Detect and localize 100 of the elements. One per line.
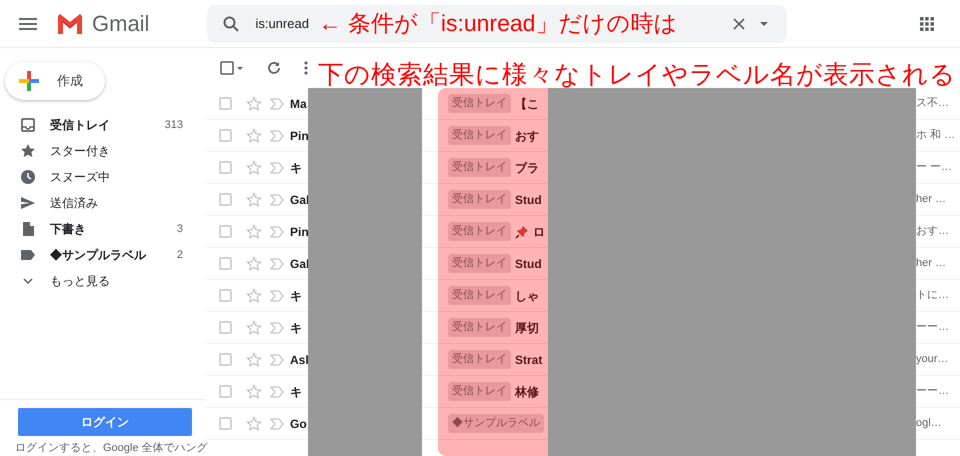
star-icon[interactable] <box>246 320 262 336</box>
more-options-icon[interactable] <box>302 60 310 76</box>
important-marker-icon[interactable] <box>270 226 284 238</box>
sidebar-item-label: 送信済み <box>50 195 98 212</box>
important-marker-icon[interactable] <box>270 258 284 270</box>
snippet-text: her … <box>916 256 946 272</box>
subject-text: Strat <box>515 352 542 368</box>
label-chip[interactable]: 受信トレイ <box>448 382 511 401</box>
sidebar-item-label: もっと見る <box>50 273 110 290</box>
sender-name: Asl <box>290 352 309 368</box>
select-checkbox[interactable] <box>220 60 244 76</box>
checkbox[interactable] <box>219 417 232 430</box>
inbox-icon <box>20 117 36 133</box>
important-marker-icon[interactable] <box>270 386 284 398</box>
subject-text: ロ <box>533 224 545 240</box>
search-field[interactable]: is:unread <box>255 14 318 34</box>
star-icon[interactable] <box>246 256 262 272</box>
checkbox[interactable] <box>219 193 232 206</box>
sidebar-item-label: 受信トレイ <box>50 117 110 134</box>
sender-name: キ <box>290 384 302 400</box>
star-icon[interactable] <box>246 128 262 144</box>
label-chip[interactable]: 受信トレイ <box>448 350 511 369</box>
checkbox[interactable] <box>219 97 232 110</box>
sidebar-item[interactable]: 送信済み <box>0 190 205 216</box>
sidebar-item-label: 下書き <box>50 221 86 238</box>
sidebar-item[interactable]: ◆サンプルラベル 2 <box>0 242 205 268</box>
unread-count: 2 <box>176 248 183 263</box>
important-marker-icon[interactable] <box>270 162 284 174</box>
plus-icon <box>17 69 41 93</box>
sidebar-item-label: スター付き <box>50 143 110 160</box>
subject-text: しゃ <box>515 288 539 304</box>
sender-name: キ <box>290 160 302 176</box>
important-marker-icon[interactable] <box>270 98 284 110</box>
refresh-icon[interactable] <box>266 60 282 76</box>
important-marker-icon[interactable] <box>270 130 284 142</box>
login-note: ログインすると、Google 全体でハング <box>15 442 208 455</box>
document-icon <box>20 221 36 237</box>
star-icon[interactable] <box>246 352 262 368</box>
sidebar-item[interactable]: もっと見る <box>0 268 205 294</box>
label-chip[interactable]: 受信トレイ <box>448 286 511 305</box>
important-marker-icon[interactable] <box>270 354 284 366</box>
checkbox[interactable] <box>219 353 232 366</box>
important-marker-icon[interactable] <box>270 194 284 206</box>
subject-text: 【こ <box>515 96 539 112</box>
checkbox[interactable] <box>219 385 232 398</box>
star-icon[interactable] <box>246 288 262 304</box>
important-marker-icon[interactable] <box>270 322 284 334</box>
sidebar-item[interactable]: 受信トレイ 313 <box>0 112 205 138</box>
checkbox[interactable] <box>219 161 232 174</box>
login-button[interactable]: ログイン <box>18 408 192 436</box>
subject-text: 林修 <box>515 384 539 400</box>
sidebar-item[interactable]: 下書き 3 <box>0 216 205 242</box>
app-name: Gmail <box>92 10 150 38</box>
label-chip[interactable]: 受信トレイ <box>448 222 511 241</box>
sender-name: Ma <box>290 96 307 112</box>
snippet-text: ーー… <box>916 384 949 400</box>
star-icon[interactable] <box>246 192 262 208</box>
clock-icon <box>20 169 36 185</box>
subject-text: Stud <box>515 256 542 272</box>
compose-button[interactable]: 作成 <box>5 62 105 100</box>
checkbox[interactable] <box>219 257 232 270</box>
envelope-logo-icon <box>56 12 84 34</box>
checkbox[interactable] <box>219 289 232 302</box>
snippet-text: ー ー… <box>916 160 952 176</box>
label-chip[interactable]: 受信トレイ <box>448 318 511 337</box>
snippet-text: トに… <box>916 288 949 304</box>
star-icon[interactable] <box>246 384 262 400</box>
star-icon[interactable] <box>246 160 262 176</box>
snippet-text: ホ 和 … <box>916 128 956 144</box>
checkbox[interactable] <box>219 321 232 334</box>
annotation-text: 下の検索結果に様々なトレイやラベル名が表示される <box>318 63 956 89</box>
star-icon[interactable] <box>246 96 262 112</box>
snippet-text: her … <box>916 192 946 208</box>
apps-grid-icon[interactable] <box>919 16 936 32</box>
star-icon <box>20 143 36 159</box>
subject-text: Stud <box>515 192 542 208</box>
label-chip[interactable]: 受信トレイ <box>448 158 511 177</box>
subject-text: おす <box>515 128 539 144</box>
sender-name: Go <box>290 416 307 432</box>
important-marker-icon[interactable] <box>270 418 284 430</box>
label-chip[interactable]: 受信トレイ <box>448 190 511 209</box>
subject-text: ブラ <box>515 160 539 176</box>
star-icon[interactable] <box>246 224 262 240</box>
sidebar-item[interactable]: スター付き <box>0 138 205 164</box>
sender-name: キ <box>290 288 302 304</box>
label-chip[interactable]: 受信トレイ <box>448 126 511 145</box>
sender-name: Pin <box>290 224 309 240</box>
search-icon <box>223 16 240 32</box>
checkbox[interactable] <box>219 225 232 238</box>
label-chip[interactable]: 受信トレイ <box>448 94 511 113</box>
star-icon[interactable] <box>246 416 262 432</box>
sender-name: キ <box>290 320 302 336</box>
important-marker-icon[interactable] <box>270 290 284 302</box>
label-icon <box>20 247 36 263</box>
snippet-text: おす… <box>916 224 949 240</box>
checkbox[interactable] <box>219 129 232 142</box>
sidebar-item[interactable]: スヌーズ中 <box>0 164 205 190</box>
snippet-text: your… <box>916 352 948 368</box>
label-chip[interactable]: 受信トレイ <box>448 254 511 273</box>
label-chip[interactable]: ◆サンプルラベル <box>448 414 544 433</box>
